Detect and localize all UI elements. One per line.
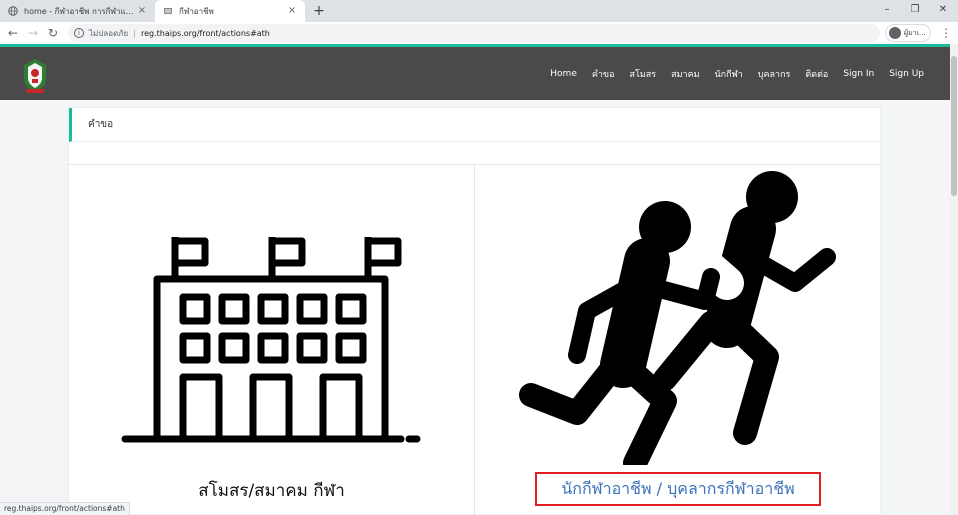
site-favicon [163,6,173,16]
new-tab-button[interactable]: + [310,2,328,20]
nav-clubs[interactable]: สโมสร [630,67,657,81]
globe-icon [8,6,18,16]
browser-tab-strip: home - กีฬาอาชีพ การกีฬาแห่งประเทศไทย × … [0,0,958,22]
close-window-icon[interactable]: ✕ [928,0,958,20]
status-bar-url: reg.thaips.org/front/actions#ath [0,502,130,515]
nav-associations[interactable]: สมาคม [671,67,699,81]
page-content: คำขอ สโมสร/สมาคม กีฬา นักกีฬาอาชีพ / บุค… [0,100,950,515]
requests-panel: คำขอ สโมสร/สมาคม กีฬา นักกีฬาอาชีพ / บุค… [68,107,881,515]
profile-label: ผู้มาเ... [904,28,926,37]
club-association-card[interactable]: สโมสร/สมาคม กีฬา [69,165,475,515]
tab-title: home - กีฬาอาชีพ การกีฬาแห่งประเทศไทย [24,6,137,16]
club-association-label[interactable]: สโมสร/สมาคม กีฬา [69,477,474,504]
close-tab-icon[interactable]: × [287,6,297,16]
avatar-icon [889,27,901,39]
request-options: สโมสร/สมาคม กีฬา นักกีฬาอาชีพ / บุคลากรก… [69,164,880,515]
reload-icon[interactable]: ↻ [44,24,62,42]
site-navbar: Home คำขอ สโมสร สมาคม นักกีฬา บุคลากร ติ… [0,44,950,100]
menu-icon[interactable]: ⋮ [940,24,952,42]
browser-toolbar: ← → ↻ i ไม่ปลอดภัย | reg.thaips.org/fron… [0,22,958,44]
site-logo[interactable] [20,57,50,95]
nav-personnel[interactable]: บุคลากร [758,67,791,81]
browser-tab-home[interactable]: home - กีฬาอาชีพ การกีฬาแห่งประเทศไทย × [0,0,155,22]
nav-contact[interactable]: ติดต่อ [805,67,828,81]
nav-home[interactable]: Home [550,69,577,79]
security-label: ไม่ปลอดภัย [89,28,129,38]
info-icon[interactable]: i [74,28,84,38]
athlete-personnel-card[interactable]: นักกีฬาอาชีพ / บุคลากรกีฬาอาชีพ [475,165,880,515]
close-tab-icon[interactable]: × [137,6,147,16]
scrollbar-thumb[interactable] [951,56,957,196]
url-text: reg.thaips.org/front/actions#ath [140,28,270,38]
athlete-personnel-link[interactable]: นักกีฬาอาชีพ / บุคลากรกีฬาอาชีพ [535,472,821,506]
back-icon[interactable]: ← [4,24,22,42]
tab-title: กีฬาอาชีพ [179,6,214,16]
forward-icon[interactable]: → [24,24,42,42]
runners-icon [519,171,836,465]
browser-tab-active[interactable]: กีฬาอาชีพ × [155,0,305,22]
address-bar[interactable]: i ไม่ปลอดภัย | reg.thaips.org/front/acti… [68,24,880,42]
minimize-icon[interactable]: – [872,0,902,20]
separator: | [133,28,136,38]
nav-sign-up[interactable]: Sign Up [889,69,924,79]
building-icon [121,237,421,443]
nav-requests[interactable]: คำขอ [592,67,615,81]
nav-athletes[interactable]: นักกีฬา [715,67,743,81]
restore-icon[interactable]: ❐ [900,0,930,20]
profile-button[interactable]: ผู้มาเ... [885,24,931,42]
main-menu: Home คำขอ สโมสร สมาคม นักกีฬา บุคลากร ติ… [535,47,924,100]
nav-sign-in[interactable]: Sign In [843,69,874,79]
panel-title: คำขอ [69,108,880,142]
page-scrollbar[interactable] [950,44,958,515]
